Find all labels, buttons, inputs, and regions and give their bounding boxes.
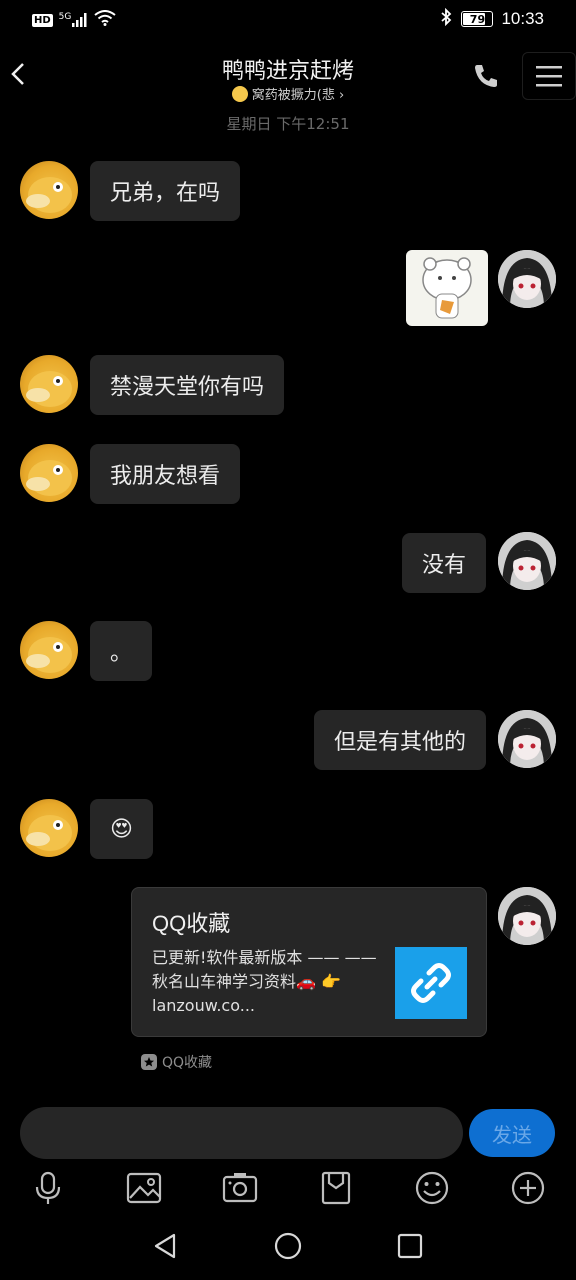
- camera-button[interactable]: [222, 1170, 258, 1206]
- hd-indicator: HD: [32, 13, 53, 27]
- my-avatar[interactable]: [498, 710, 556, 768]
- crying-face-icon: [231, 86, 248, 102]
- nav-recents-button[interactable]: [394, 1230, 426, 1262]
- message-timestamp: 星期日 下午12:51: [226, 115, 350, 133]
- card-title: QQ收藏: [152, 911, 231, 936]
- bear-sticker[interactable]: [406, 250, 488, 326]
- image-icon: [126, 1172, 162, 1204]
- friend-avatar[interactable]: [20, 355, 78, 413]
- message-bubble[interactable]: 没有: [401, 533, 486, 593]
- card-source-label: QQ收藏: [162, 1055, 213, 1071]
- image-button[interactable]: [126, 1170, 162, 1206]
- emoji-icon: [415, 1171, 449, 1205]
- card-source[interactable]: QQ收藏: [140, 1052, 212, 1072]
- triangle-back-icon: [154, 1233, 176, 1259]
- my-avatar[interactable]: [498, 887, 556, 945]
- plus-icon: [511, 1171, 545, 1205]
- bluetooth-icon: [439, 7, 453, 30]
- message-bubble[interactable]: 禁漫天堂你有吗: [90, 355, 285, 415]
- voice-button[interactable]: [30, 1170, 66, 1206]
- menu-button[interactable]: [522, 52, 576, 100]
- battery-level: 79: [469, 12, 486, 26]
- status-bar: HD 5G 79 10:33: [0, 0, 576, 40]
- my-avatar[interactable]: [498, 532, 556, 590]
- star-box-icon: [141, 1054, 157, 1070]
- link-card[interactable]: QQ收藏 已更新!软件最新版本 —— —— 秋名山车神学习资料🚗 👉lanzou…: [131, 887, 487, 1037]
- card-thumbnail: [395, 947, 467, 1019]
- nav-home-button[interactable]: [272, 1230, 304, 1262]
- friend-avatar[interactable]: [20, 621, 78, 679]
- message-bubble[interactable]: 😍: [90, 799, 153, 859]
- file-button[interactable]: [318, 1170, 354, 1206]
- wifi-icon: [94, 10, 116, 30]
- nav-back-button[interactable]: [150, 1230, 182, 1262]
- clock: 10:33: [501, 9, 544, 28]
- battery-icon: 79: [461, 11, 494, 27]
- message-bubble[interactable]: 但是有其他的: [313, 710, 486, 770]
- card-description: 已更新!软件最新版本 —— —— 秋名山车神学习资料🚗 👉lanzouw.co.…: [152, 948, 377, 1015]
- microphone-icon: [35, 1171, 61, 1204]
- my-avatar[interactable]: [498, 250, 556, 308]
- signal-icon: 5G: [59, 12, 89, 27]
- friend-avatar[interactable]: [20, 799, 78, 857]
- chat-subtitle-text: 窝药被撅力(悲: [251, 88, 335, 103]
- send-button[interactable]: 发送: [469, 1109, 555, 1157]
- message-input[interactable]: [20, 1107, 463, 1159]
- friend-avatar[interactable]: [20, 444, 78, 502]
- message-bubble[interactable]: 兄弟，在吗: [90, 161, 241, 221]
- chevron-right-icon: ›: [339, 88, 345, 103]
- call-button[interactable]: [470, 60, 502, 92]
- friend-avatar[interactable]: [20, 161, 78, 219]
- message-bubble[interactable]: 我朋友想看: [90, 444, 241, 504]
- message-bubble[interactable]: 。: [90, 621, 153, 681]
- emoji-button[interactable]: [414, 1170, 450, 1206]
- square-recents-icon: [397, 1233, 423, 1259]
- more-button[interactable]: [510, 1170, 546, 1206]
- file-icon: [321, 1171, 351, 1205]
- phone-icon: [475, 65, 497, 87]
- chat-header: 鸭鸭进京赶烤 窝药被撅力(悲 ›: [0, 40, 576, 112]
- menu-icon: [536, 66, 562, 87]
- circle-home-icon: [274, 1232, 302, 1260]
- camera-icon: [222, 1173, 258, 1203]
- link-icon: [411, 963, 451, 1003]
